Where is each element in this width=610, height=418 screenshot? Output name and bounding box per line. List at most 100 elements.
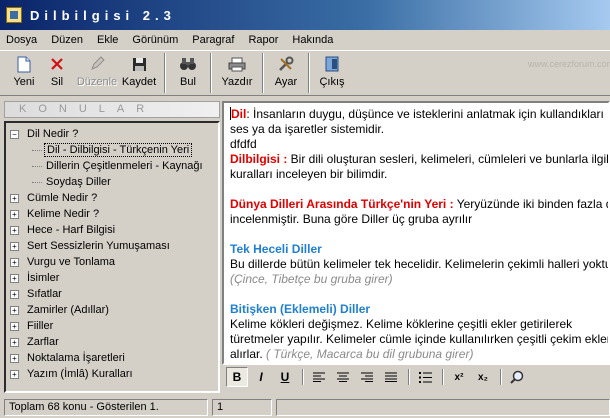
expand-icon[interactable]: + xyxy=(10,193,19,203)
format-toolbar: B I U x² x₂ xyxy=(224,366,610,388)
topics-header: KONULAR xyxy=(4,101,220,118)
status-extra xyxy=(276,399,610,416)
expand-icon[interactable]: + xyxy=(10,257,19,267)
menu-hakinda[interactable]: Hakında xyxy=(292,34,333,46)
toolbar-separator xyxy=(308,53,310,93)
tree-item[interactable]: + Cümle Nedir ? xyxy=(10,190,218,206)
delete-button[interactable]: Sil xyxy=(40,51,74,95)
align-left-icon xyxy=(313,372,325,382)
tree-item[interactable]: + Fiiller xyxy=(10,318,218,334)
expand-icon[interactable]: + xyxy=(10,353,19,363)
tree-item[interactable]: + Kelime Nedir ? xyxy=(10,206,218,222)
align-left-button[interactable] xyxy=(308,367,330,387)
printer-icon xyxy=(228,55,246,73)
save-button[interactable]: Kaydet xyxy=(120,51,158,95)
main-toolbar: Yeni Sil Düzenle Kaydet Bul Yazdır Ayar … xyxy=(0,50,610,96)
app-icon[interactable] xyxy=(6,7,22,23)
editor-line: ses ya da işaretler sistemidir. xyxy=(230,122,385,136)
print-button[interactable]: Yazdır xyxy=(218,51,256,95)
menu-ekle[interactable]: Ekle xyxy=(97,34,118,46)
editor-example: (Çince, Tibetçe bu gruba girer) xyxy=(230,272,393,286)
tree-item[interactable]: Dillerin Çeşitlenmeleri - Kaynağı xyxy=(10,158,218,174)
new-button[interactable]: Yeni xyxy=(8,51,40,95)
superscript-button[interactable]: x² xyxy=(448,367,470,387)
tree-item[interactable]: + Noktalama İşaretleri xyxy=(10,350,218,366)
editor-heading: Bitişken (Eklemeli) Diller xyxy=(230,302,371,316)
editor-line: kuralları inceleyen bir bilimdir. xyxy=(230,167,388,181)
format-separator xyxy=(500,369,502,385)
tree-item[interactable]: Soydaş Diller xyxy=(10,174,218,190)
collapse-icon[interactable]: − xyxy=(10,129,19,139)
expand-icon[interactable]: + xyxy=(10,225,19,235)
editor-line: Dil: İnsanların duygu, düşünce ve istekl… xyxy=(230,107,604,121)
tree-item[interactable]: + Sıfatlar xyxy=(10,286,218,302)
editor-line: Dünya Dilleri Arasında Türkçe'nin Yeri :… xyxy=(230,197,610,211)
tree-item[interactable]: + Yazım (İmlâ) Kuralları xyxy=(10,366,218,382)
expand-icon[interactable]: + xyxy=(10,305,19,315)
status-line-number: 1 xyxy=(212,399,272,416)
magnifier-icon xyxy=(510,370,524,384)
editor-line: dfdfd xyxy=(230,137,257,151)
title-bar: Dilbilgisi 2.3 xyxy=(0,0,610,30)
editor-heading: Tek Heceli Diller xyxy=(230,242,322,256)
expand-icon[interactable]: + xyxy=(10,321,19,331)
tree-item[interactable]: + Hece - Harf Bilgisi xyxy=(10,222,218,238)
format-separator xyxy=(302,369,304,385)
content-editor[interactable]: Dil: İnsanların duygu, düşünce ve istekl… xyxy=(222,101,610,365)
subscript-button[interactable]: x₂ xyxy=(472,367,494,387)
find-text-button[interactable] xyxy=(506,367,528,387)
underline-button[interactable]: U xyxy=(274,367,296,387)
delete-x-icon xyxy=(48,55,66,73)
expand-icon[interactable]: + xyxy=(10,209,19,219)
menu-rapor[interactable]: Rapor xyxy=(248,34,278,46)
tools-icon xyxy=(277,55,295,73)
italic-button[interactable]: I xyxy=(250,367,272,387)
tree-item[interactable]: Dil - Dilbilgisi - Türkçenin Yeri xyxy=(10,142,218,158)
edit-button[interactable]: Düzenle xyxy=(74,51,120,95)
menu-dosya[interactable]: Dosya xyxy=(6,34,37,46)
settings-button[interactable]: Ayar xyxy=(270,51,302,95)
toolbar-separator xyxy=(262,53,264,93)
editor-line: Bu dillerde bütün kelimeler tek hecelidi… xyxy=(230,257,610,271)
toolbar-separator xyxy=(210,53,212,93)
menu-duzen[interactable]: Düzen xyxy=(51,34,83,46)
menu-paragraf[interactable]: Paragraf xyxy=(192,34,234,46)
menu-gorunum[interactable]: Görünüm xyxy=(132,34,178,46)
align-right-button[interactable] xyxy=(356,367,378,387)
tree-item[interactable]: + Sert Sessizlerin Yumuşaması xyxy=(10,238,218,254)
tree-item[interactable]: − Dil Nedir ? xyxy=(10,126,218,142)
editor-line: alırlar. ( Türkçe, Macarca bu dil grubun… xyxy=(230,347,474,361)
align-right-icon xyxy=(361,372,373,382)
expand-icon[interactable]: + xyxy=(10,289,19,299)
pencil-icon xyxy=(88,55,106,73)
expand-icon[interactable]: + xyxy=(10,241,19,251)
bold-button[interactable]: B xyxy=(226,367,248,387)
status-bar: Toplam 68 konu - Gösterilen 1. 1 xyxy=(0,397,610,418)
justify-button[interactable] xyxy=(380,367,402,387)
format-separator xyxy=(408,369,410,385)
menu-bar: Dosya Düzen Ekle Görünüm Paragraf Rapor … xyxy=(0,30,610,50)
format-separator xyxy=(442,369,444,385)
new-document-icon xyxy=(15,55,33,73)
exit-door-icon xyxy=(323,55,341,73)
tree-item[interactable]: + Zamirler (Adıllar) xyxy=(10,302,218,318)
watermark-text: www.cerezforum.com xyxy=(528,59,610,69)
expand-icon[interactable]: + xyxy=(10,369,19,379)
editor-line: türetmeler yapılır. Kelimeler cümle için… xyxy=(230,332,610,346)
window-title: Dilbilgisi 2.3 xyxy=(30,7,176,23)
bullet-list-icon xyxy=(418,371,432,383)
exit-button[interactable]: Çıkış xyxy=(316,51,348,95)
align-justify-icon xyxy=(385,372,397,382)
status-topic-count: Toplam 68 konu - Gösterilen 1. xyxy=(4,399,208,416)
expand-icon[interactable]: + xyxy=(10,337,19,347)
align-center-button[interactable] xyxy=(332,367,354,387)
find-button[interactable]: Bul xyxy=(172,51,204,95)
bullet-list-button[interactable] xyxy=(414,367,436,387)
tree-item[interactable]: + İsimler xyxy=(10,270,218,286)
tree-item[interactable]: + Vurgu ve Tonlama xyxy=(10,254,218,270)
expand-icon[interactable]: + xyxy=(10,273,19,283)
editor-line: Kelime kökleri değişmez. Kelime köklerin… xyxy=(230,317,573,331)
topics-tree: − Dil Nedir ? Dil - Dilbilgisi - Türkçeni… xyxy=(4,121,220,393)
tree-item[interactable]: + Zarflar xyxy=(10,334,218,350)
floppy-disk-icon xyxy=(130,55,148,73)
